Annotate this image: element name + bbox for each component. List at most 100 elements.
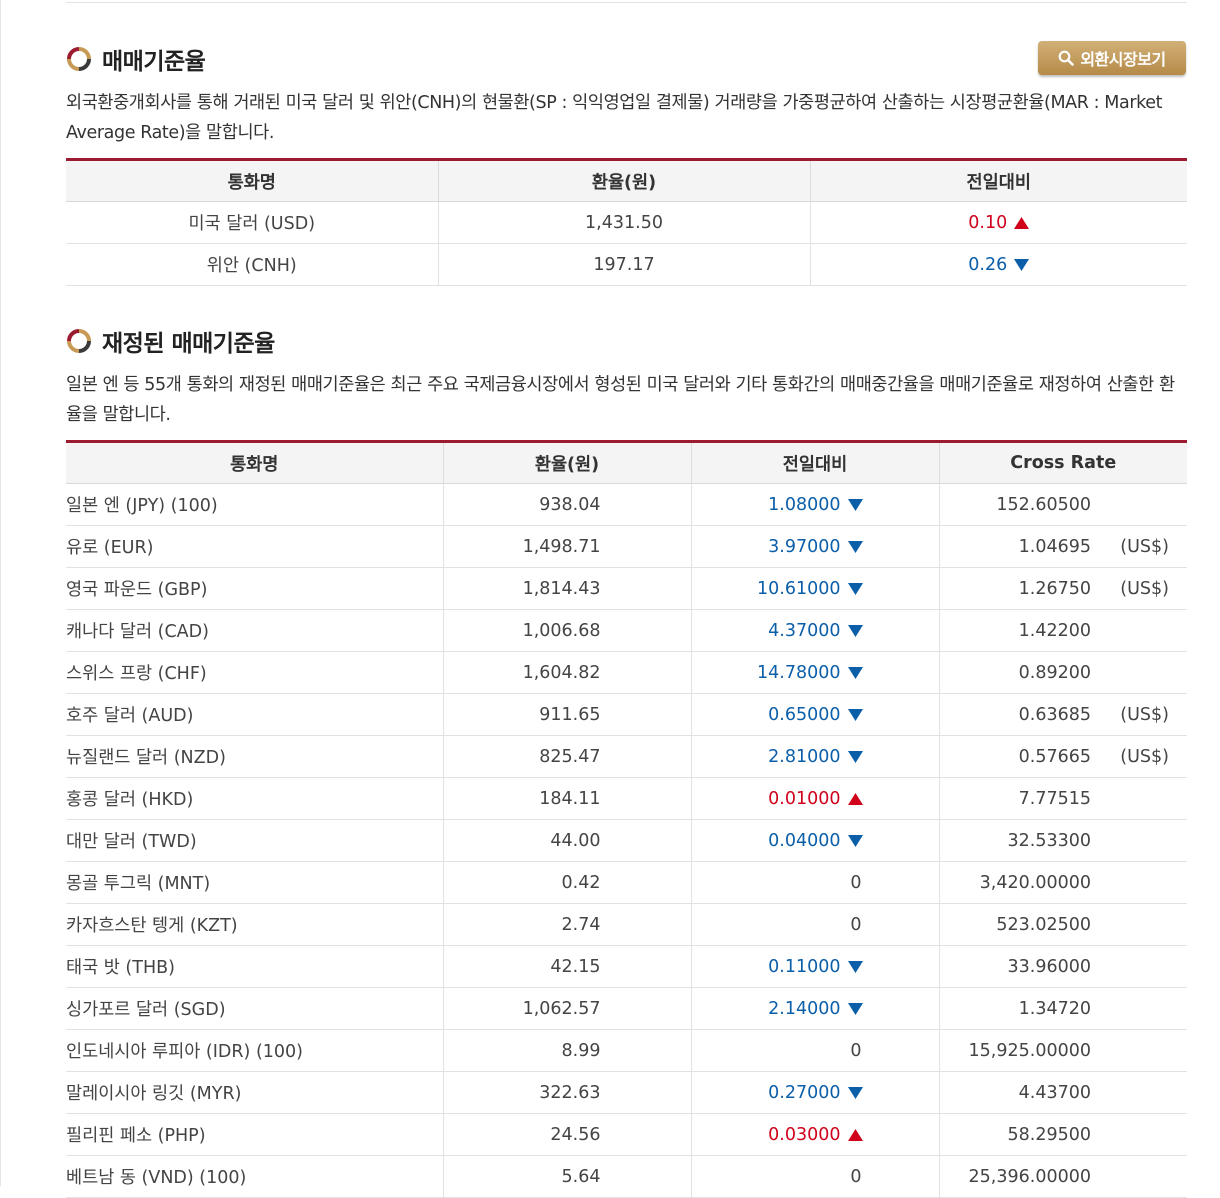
cross-rate-cell: 4.43700 (938, 1071, 1187, 1114)
change-value: 2.14000 (768, 998, 841, 1019)
col-header-currency: 통화명 (66, 158, 438, 202)
cross-rate-unit: (US$) (1120, 746, 1169, 767)
cross-rate-value: 1.34720 (1018, 998, 1091, 1019)
triangle-up-icon (847, 1128, 863, 1141)
table-row: 몽골 투그릭 (MNT) 0.42 0 3,420.00000 (66, 861, 1187, 904)
triangle-down-icon (847, 582, 863, 595)
table-header-row: 통화명 환율(원) 전일대비 Cross Rate (66, 440, 1187, 484)
exchange-rate: 1,006.68 (442, 609, 691, 652)
base-rate-table: 통화명 환율(원) 전일대비 미국 달러 (USD) 1,431.50 0.10 위안… (66, 158, 1187, 286)
table-row: 싱가포르 달러 (SGD) 1,062.57 2.14000 1.34720 (66, 987, 1187, 1030)
exchange-rate: 44.00 (442, 819, 691, 862)
change-cell: 0.04000 (690, 819, 939, 862)
change-cell: 10.61000 (690, 567, 939, 610)
exchange-rate: 1,498.71 (442, 525, 691, 568)
triangle-down-icon (847, 750, 863, 763)
change-value: 0.11000 (768, 956, 841, 977)
section-description: 외국환중개회사를 통해 거래된 미국 달러 및 위안(CNH)의 현물환(SP … (66, 93, 1163, 143)
cross-rate-value: 58.29500 (1007, 1124, 1091, 1145)
change-cell: 0 (690, 903, 939, 946)
col-header-change: 전일대비 (690, 440, 939, 484)
exchange-rate: 1,062.57 (442, 987, 691, 1030)
change-cell: 2.81000 (690, 735, 939, 778)
currency-name: 스위스 프랑 (CHF) (66, 651, 443, 694)
cross-rate-table: 통화명 환율(원) 전일대비 Cross Rate 일본 엔 (JPY) (10… (66, 440, 1187, 1198)
cross-rate-cell: 7.77515 (938, 777, 1187, 820)
cross-rate-cell: 58.29500 (938, 1113, 1187, 1156)
cross-rate-cell: 0.89200 (938, 651, 1187, 694)
section-description: 일본 엔 등 55개 통화의 재정된 매매기준율은 최근 주요 국제금융시장에서… (66, 375, 1175, 425)
cross-rate-cell: 32.53300 (938, 819, 1187, 862)
change-value: 0.03000 (768, 1124, 841, 1145)
change-value: 4.37000 (768, 620, 841, 641)
table-row: 인도네시아 루피아 (IDR) (100) 8.99 0 15,925.00000 (66, 1029, 1187, 1072)
table-row: 뉴질랜드 달러 (NZD) 825.47 2.81000 0.57665 (US$) (66, 735, 1187, 778)
cross-rate-cell: 1.04695 (US$) (938, 525, 1187, 568)
change-value: 0.01000 (768, 788, 841, 809)
cross-rate-cell: 1.42200 (938, 609, 1187, 652)
top-divider (66, 0, 1187, 3)
table-row: 호주 달러 (AUD) 911.65 0.65000 0.63685 (US$) (66, 693, 1187, 736)
table-row: 위안 (CNH) 197.17 0.26 (66, 243, 1187, 286)
change-value: 10.61000 (756, 578, 841, 599)
change-value: 0 (850, 914, 862, 935)
table-row: 일본 엔 (JPY) (100) 938.04 1.08000 152.60500 (66, 483, 1187, 526)
cross-rate-unit: (US$) (1120, 578, 1169, 599)
section-title: 재정된 매매기준율 (66, 324, 275, 358)
currency-name: 유로 (EUR) (66, 525, 443, 568)
currency-name: 홍콩 달러 (HKD) (66, 777, 443, 820)
table-row: 필리핀 페소 (PHP) 24.56 0.03000 58.29500 (66, 1113, 1187, 1156)
col-header-rate: 환율(원) (442, 440, 691, 484)
exchange-rate: 1,431.50 (437, 201, 810, 244)
table-row: 홍콩 달러 (HKD) 184.11 0.01000 7.77515 (66, 777, 1187, 820)
exchange-rate: 911.65 (442, 693, 691, 736)
cross-rate-value: 15,925.00000 (968, 1040, 1091, 1061)
cross-rate-value: 1.42200 (1018, 620, 1091, 641)
change-cell: 0 (690, 1029, 939, 1072)
change-value: 0.26 (968, 254, 1008, 275)
change-cell: 0.10 (809, 201, 1187, 244)
change-cell: 0 (690, 1155, 939, 1198)
currency-name: 베트남 동 (VND) (100) (66, 1155, 443, 1198)
currency-name: 위안 (CNH) (66, 243, 438, 286)
exchange-rate: 322.63 (442, 1071, 691, 1114)
triangle-down-icon (847, 540, 863, 553)
exchange-rate: 1,604.82 (442, 651, 691, 694)
cross-rate-value: 0.57665 (1018, 746, 1091, 767)
cross-rate-value: 4.43700 (1018, 1082, 1091, 1103)
change-value: 14.78000 (756, 662, 841, 683)
table-header-row: 통화명 환율(원) 전일대비 (66, 158, 1187, 202)
exchange-rate: 2.74 (442, 903, 691, 946)
change-cell: 0.65000 (690, 693, 939, 736)
cross-rate-value: 523.02500 (996, 914, 1091, 935)
table-row: 유로 (EUR) 1,498.71 3.97000 1.04695 (US$) (66, 525, 1187, 568)
cross-rate-cell: 3,420.00000 (938, 861, 1187, 904)
cross-rate-value: 7.77515 (1018, 788, 1091, 809)
table-row: 말레이시아 링깃 (MYR) 322.63 0.27000 4.43700 (66, 1071, 1187, 1114)
change-value: 0.65000 (768, 704, 841, 725)
cross-rate-cell: 152.60500 (938, 483, 1187, 526)
cross-rate-value: 152.60500 (996, 494, 1091, 515)
cross-rate-cell: 1.34720 (938, 987, 1187, 1030)
cross-rate-cell: 523.02500 (938, 903, 1187, 946)
change-cell: 3.97000 (690, 525, 939, 568)
exchange-rate: 5.64 (442, 1155, 691, 1198)
change-value: 0 (850, 1166, 862, 1187)
triangle-down-icon (847, 834, 863, 847)
cross-rate-value: 1.04695 (1018, 536, 1091, 557)
change-value: 3.97000 (768, 536, 841, 557)
triangle-down-icon (847, 1086, 863, 1099)
change-cell: 2.14000 (690, 987, 939, 1030)
change-value: 0 (850, 1040, 862, 1061)
col-header-currency: 통화명 (66, 440, 443, 484)
cross-rate-cell: 1.26750 (US$) (938, 567, 1187, 610)
cross-rate-value: 3,420.00000 (979, 872, 1091, 893)
currency-name: 호주 달러 (AUD) (66, 693, 443, 736)
table-row: 영국 파운드 (GBP) 1,814.43 10.61000 1.26750 (US$) (66, 567, 1187, 610)
currency-name: 대만 달러 (TWD) (66, 819, 443, 862)
table-row: 태국 밧 (THB) 42.15 0.11000 33.96000 (66, 945, 1187, 988)
change-cell: 1.08000 (690, 483, 939, 526)
table-row: 캐나다 달러 (CAD) 1,006.68 4.37000 1.42200 (66, 609, 1187, 652)
fx-market-button[interactable]: 외환시장보기 (1038, 41, 1186, 75)
change-cell: 0.26 (809, 243, 1187, 286)
